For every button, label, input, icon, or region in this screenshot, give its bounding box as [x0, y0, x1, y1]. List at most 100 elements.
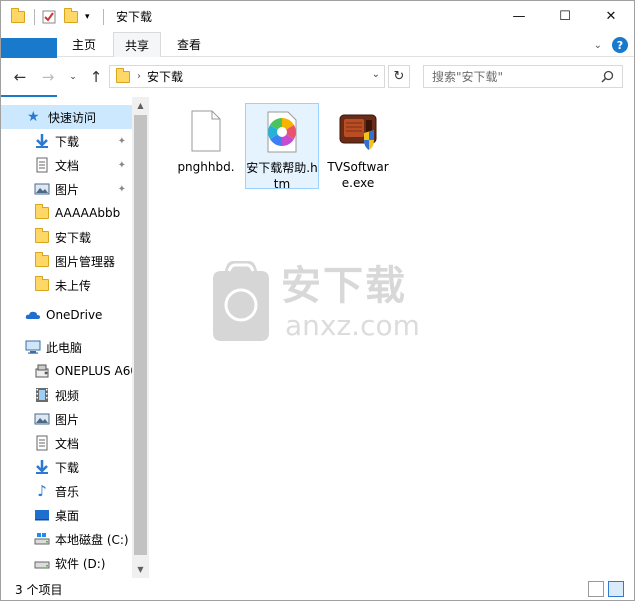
- html-file-icon: [258, 108, 306, 156]
- address-bar[interactable]: › 安下载 ⌄: [109, 65, 385, 88]
- picture-icon: [34, 411, 50, 427]
- blank-file-icon: [182, 107, 230, 155]
- nav-item-anxiazai[interactable]: 安下载: [1, 225, 132, 249]
- address-row: ← → ⌄ ↑ › 安下载 ⌄ ↻ 搜索"安下载": [1, 58, 634, 95]
- scroll-thumb[interactable]: [134, 115, 147, 555]
- nav-label: 本地磁盘 (C:): [55, 532, 129, 547]
- nav-scrollbar[interactable]: ▲ ▼: [132, 97, 149, 578]
- nav-label: 文档: [55, 158, 80, 173]
- navigation-pane: ★ 快速访问 下载 ✦ 文档 ✦ 图片 ✦ AAAAAbbb 安下载 图片管理器…: [1, 97, 149, 578]
- drive-icon: [34, 555, 50, 571]
- large-icons-view-icon[interactable]: [608, 581, 624, 597]
- scroll-up-icon[interactable]: ▲: [132, 97, 149, 114]
- minimize-button[interactable]: —: [496, 1, 542, 32]
- nav-label: 快速访问: [48, 110, 97, 125]
- title-bar: ▾ 安下载 — ☐ ✕: [1, 1, 634, 32]
- phone-icon: [34, 363, 50, 379]
- file-list: pnghhbd. 安下载帮助.htm TVSoftware.exe 安下载 an…: [161, 97, 633, 578]
- nav-label: 图片: [55, 182, 80, 197]
- folder-icon: [34, 228, 50, 245]
- forward-button[interactable]: →: [39, 68, 57, 86]
- nav-item-documents-pc[interactable]: 文档: [1, 431, 132, 455]
- search-icon: [601, 70, 614, 83]
- nav-item-drive-d[interactable]: 软件 (D:): [1, 551, 132, 575]
- close-button[interactable]: ✕: [588, 1, 634, 32]
- nav-item-aaaaabbb[interactable]: AAAAAbbb: [1, 201, 132, 225]
- search-placeholder: 搜索"安下载": [432, 70, 504, 84]
- watermark-brand: 安下载: [281, 263, 407, 309]
- music-icon: ♪: [37, 482, 47, 500]
- nav-label: AAAAAbbb: [55, 206, 121, 220]
- help-button[interactable]: ?: [612, 37, 628, 53]
- refresh-button[interactable]: ↻: [388, 65, 410, 88]
- maximize-button[interactable]: ☐: [542, 1, 588, 32]
- file-name: TVSoftware.exe: [327, 160, 389, 190]
- search-input[interactable]: 搜索"安下载": [423, 65, 623, 88]
- pin-icon: ✦: [117, 135, 126, 147]
- nav-quick-access[interactable]: ★ 快速访问: [1, 105, 132, 129]
- nav-label: 下载: [55, 134, 80, 149]
- nav-item-picture-manager[interactable]: 图片管理器: [1, 249, 132, 273]
- divider: [34, 8, 35, 25]
- back-button[interactable]: ←: [11, 68, 29, 86]
- file-name: 安下载帮助.htm: [246, 161, 318, 191]
- nav-item-videos[interactable]: 视频: [1, 383, 132, 407]
- nav-item-oneplus[interactable]: ONEPLUS A6000: [1, 359, 132, 383]
- nav-item-music[interactable]: ♪ 音乐: [1, 479, 132, 503]
- file-item-selected[interactable]: 安下载帮助.htm: [245, 103, 319, 191]
- nav-label: 图片管理器: [55, 254, 116, 269]
- file-item[interactable]: pnghhbd.: [169, 103, 243, 189]
- tab-home[interactable]: 主页: [61, 32, 107, 57]
- desktop-icon: [34, 507, 50, 523]
- folder-icon: [10, 7, 26, 25]
- recent-locations-button[interactable]: ⌄: [64, 68, 82, 86]
- picture-icon: [34, 181, 50, 197]
- file-item[interactable]: TVSoftware.exe: [321, 103, 395, 190]
- scroll-down-icon[interactable]: ▼: [132, 561, 149, 578]
- properties-icon[interactable]: [41, 9, 57, 25]
- breadcrumb[interactable]: 安下载: [147, 68, 183, 85]
- watermark-domain: anxz.com: [285, 309, 420, 342]
- download-icon: [34, 133, 50, 149]
- nav-item-download[interactable]: 下载 ✦: [1, 129, 132, 153]
- tab-view[interactable]: 查看: [165, 32, 213, 57]
- address-history-dropdown-icon[interactable]: ⌄: [372, 69, 380, 80]
- tab-share[interactable]: 共享: [113, 32, 161, 57]
- customize-toolbar-icon[interactable]: ▾: [85, 9, 95, 25]
- nav-item-pictures[interactable]: 图片 ✦: [1, 177, 132, 201]
- cloud-icon: [25, 307, 41, 323]
- up-button[interactable]: ↑: [87, 68, 105, 86]
- nav-label: 音乐: [55, 484, 80, 499]
- window-title: 安下载: [116, 10, 153, 24]
- nav-label: 下载: [55, 460, 80, 475]
- nav-label: 图片: [55, 412, 80, 427]
- pin-icon: ✦: [117, 159, 126, 171]
- status-bar: 3 个项目: [1, 578, 634, 600]
- folder-icon: [34, 276, 50, 293]
- exe-file-icon: [334, 107, 382, 155]
- new-folder-icon[interactable]: [63, 7, 79, 25]
- nav-item-not-uploaded[interactable]: 未上传: [1, 273, 132, 297]
- star-icon: ★: [27, 109, 40, 125]
- file-name: pnghhbd.: [177, 160, 235, 174]
- nav-item-documents[interactable]: 文档 ✦: [1, 153, 132, 177]
- divider: [103, 8, 104, 25]
- details-view-icon[interactable]: [588, 581, 604, 597]
- nav-item-download-pc[interactable]: 下载: [1, 455, 132, 479]
- download-icon: [34, 459, 50, 475]
- folder-icon: [34, 252, 50, 269]
- expand-ribbon-icon[interactable]: ⌄: [594, 40, 602, 51]
- nav-onedrive[interactable]: OneDrive: [1, 303, 132, 327]
- ribbon-tabs: 文件 主页 共享 查看 ⌄ ?: [1, 32, 634, 124]
- nav-label: 文档: [55, 436, 80, 451]
- nav-item-pictures-pc[interactable]: 图片: [1, 407, 132, 431]
- nav-item-desktop[interactable]: 桌面: [1, 503, 132, 527]
- watermark-logo: 安下载 anxz.com: [211, 259, 431, 345]
- breadcrumb-chevron-icon[interactable]: ›: [137, 71, 141, 82]
- nav-label: 此电脑: [46, 340, 83, 355]
- nav-item-drive-c[interactable]: 本地磁盘 (C:): [1, 527, 132, 551]
- nav-this-pc[interactable]: 此电脑: [1, 335, 132, 359]
- folder-icon: [34, 204, 50, 221]
- pin-icon: ✦: [117, 183, 126, 195]
- quick-access-toolbar: ▾: [10, 1, 110, 32]
